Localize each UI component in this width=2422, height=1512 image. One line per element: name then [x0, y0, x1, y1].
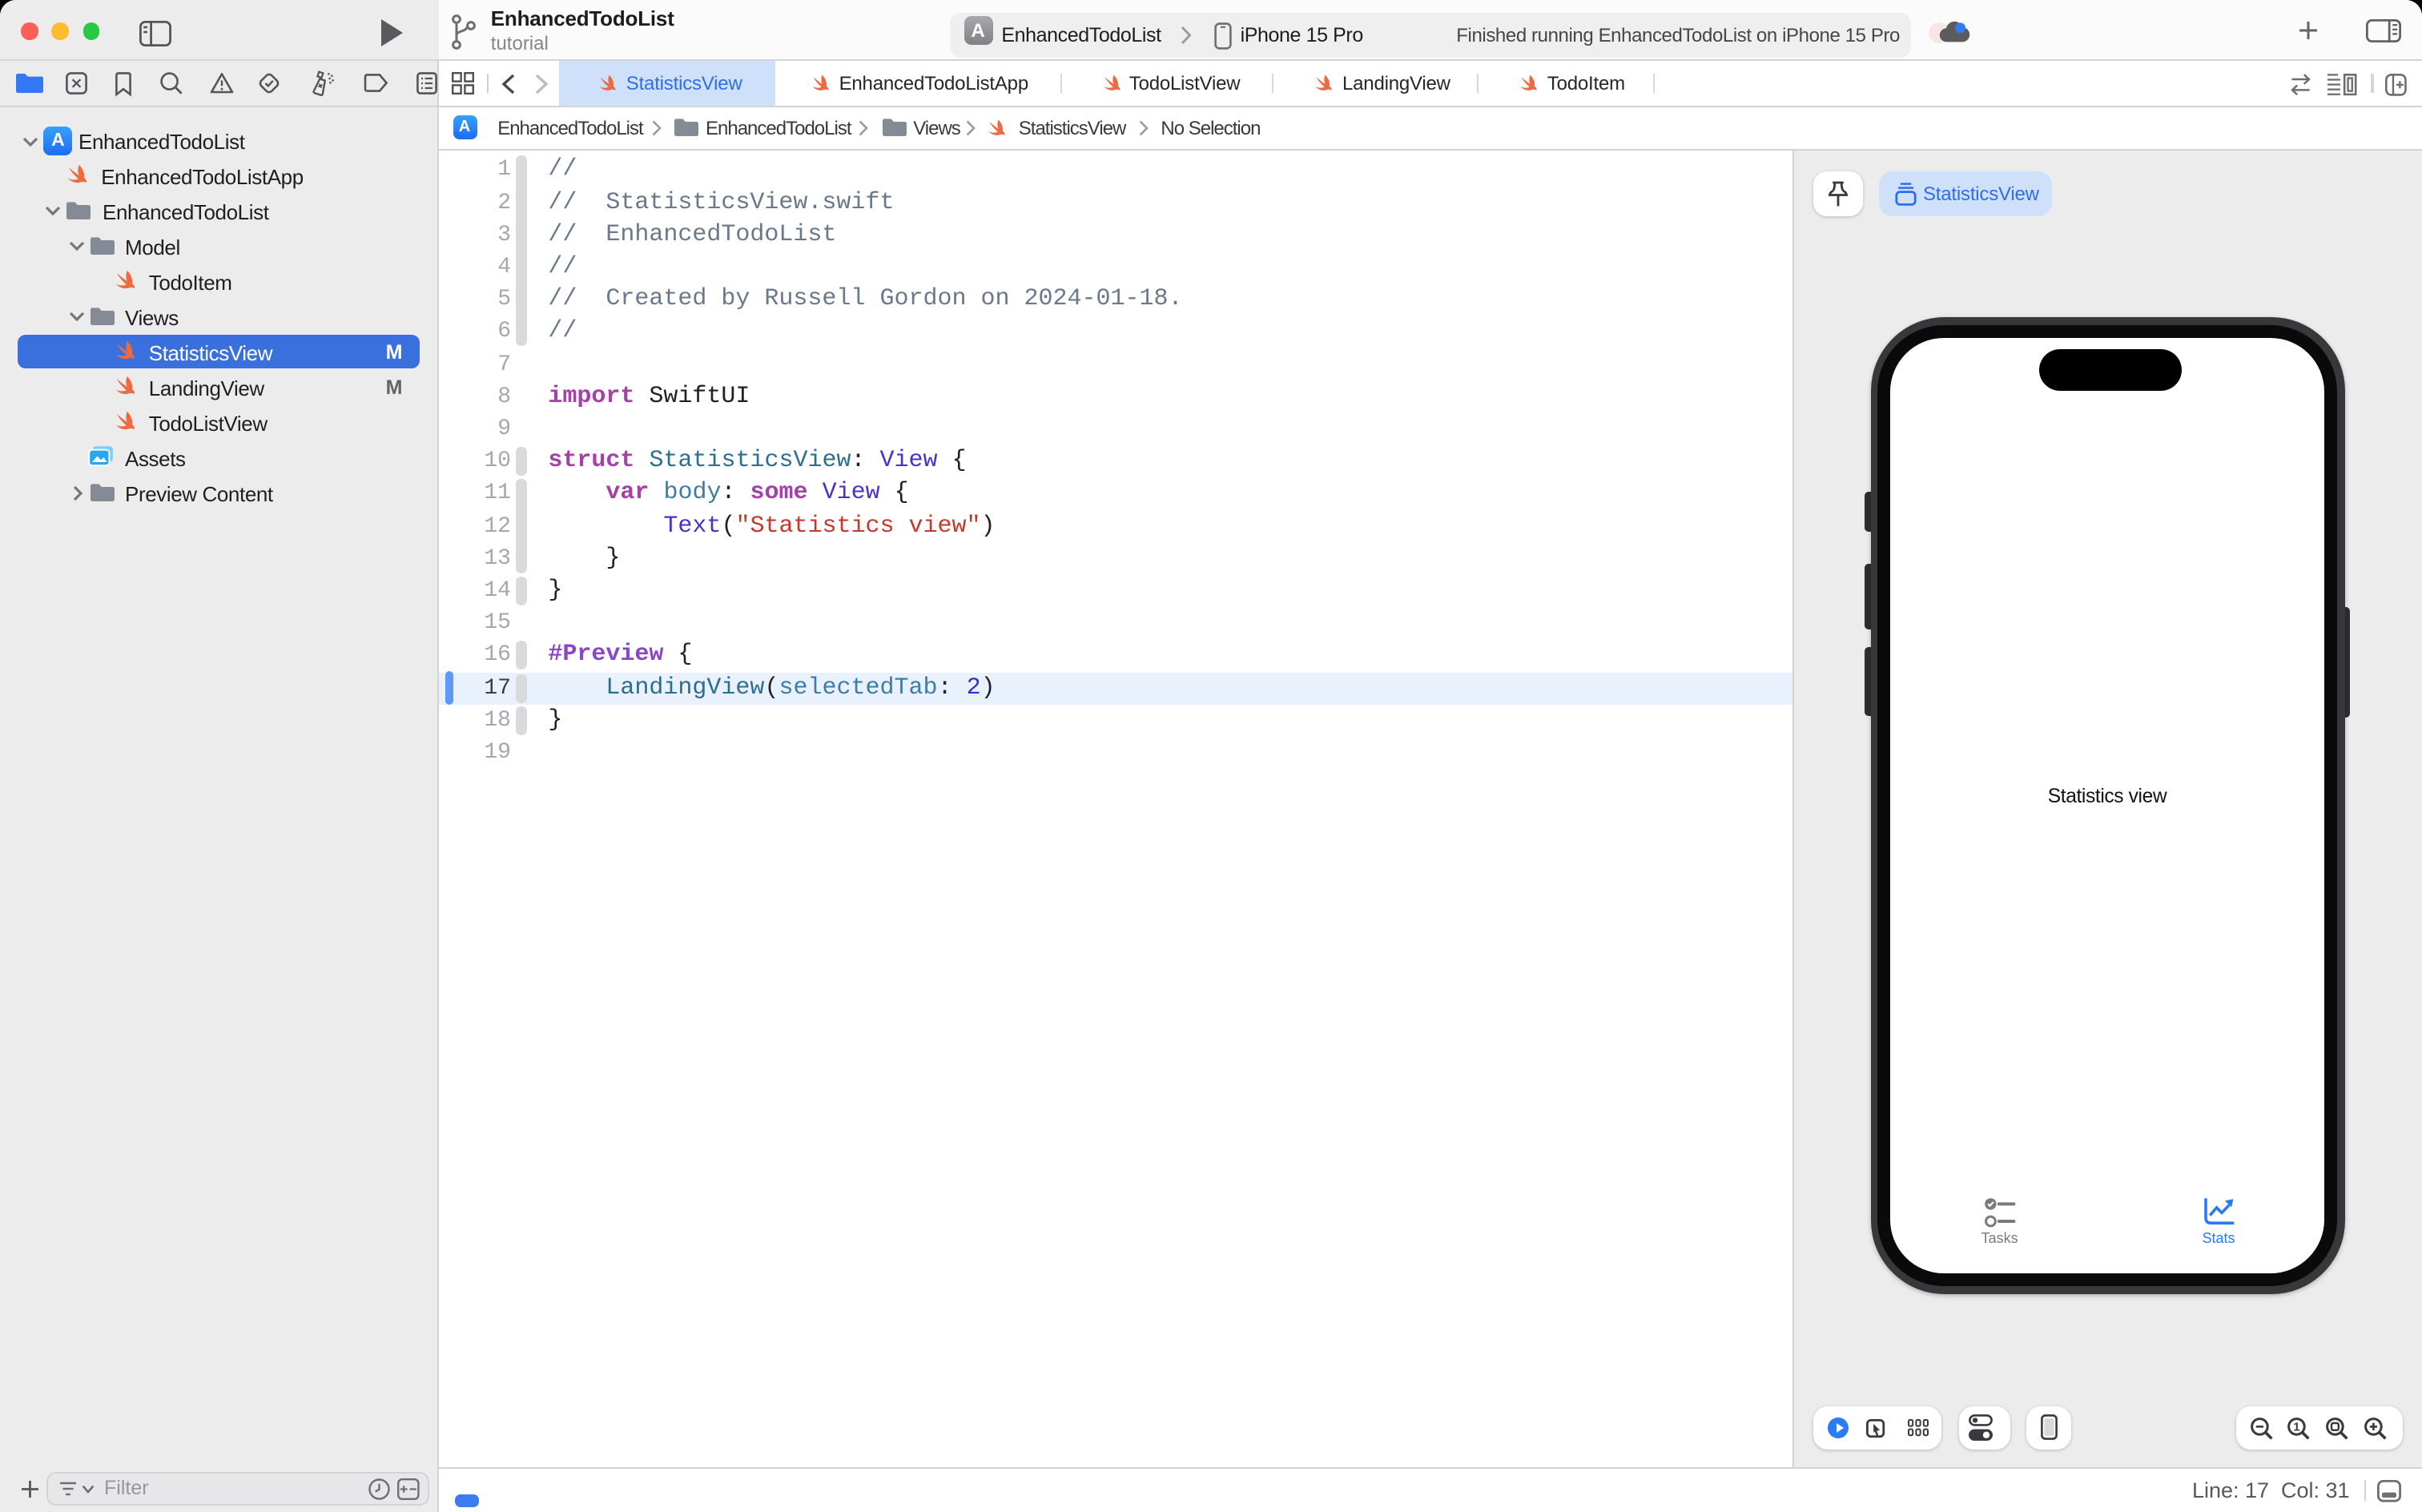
svg-text:1: 1: [2293, 1420, 2299, 1434]
